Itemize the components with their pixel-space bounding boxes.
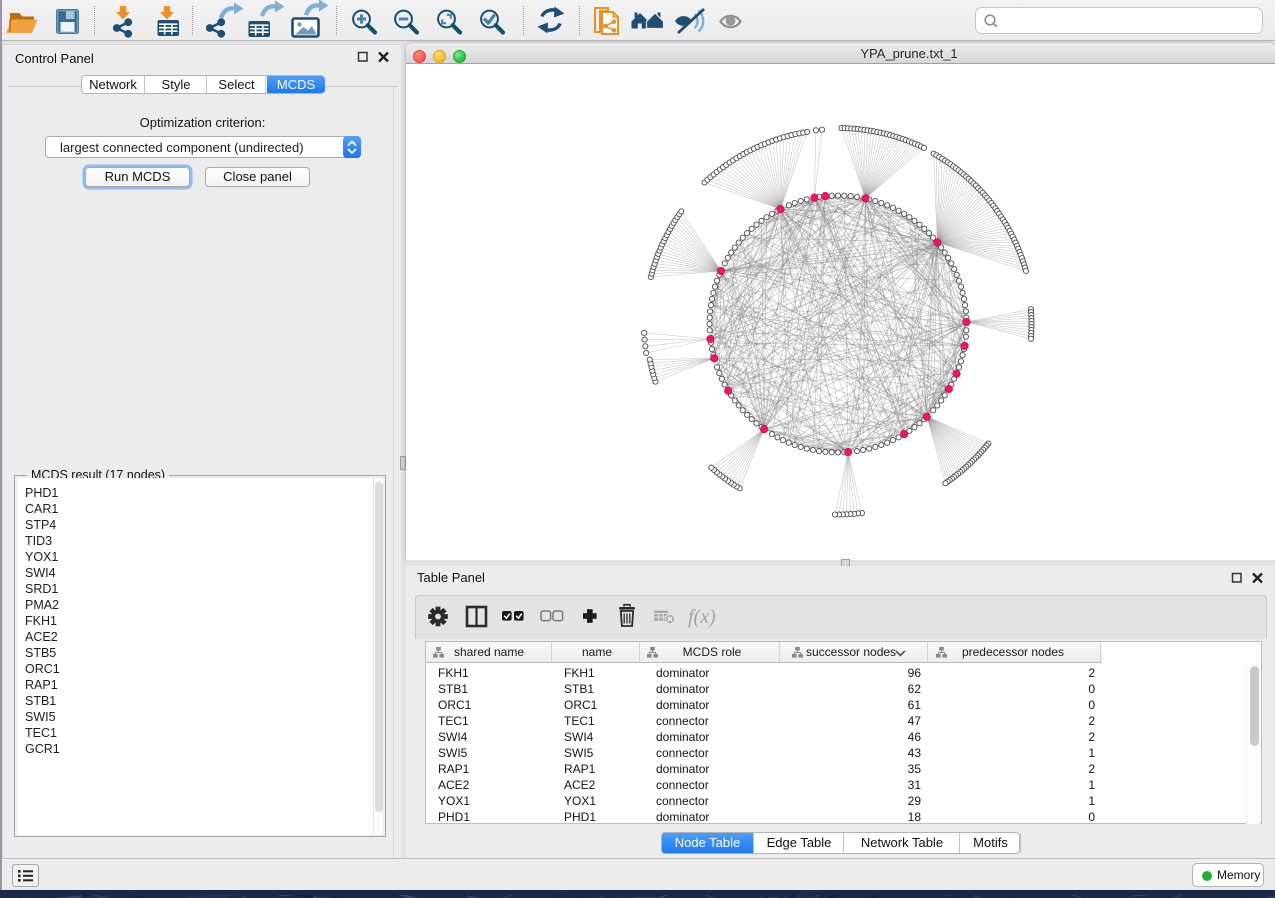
svg-text:f(x): f(x) [688,606,716,628]
